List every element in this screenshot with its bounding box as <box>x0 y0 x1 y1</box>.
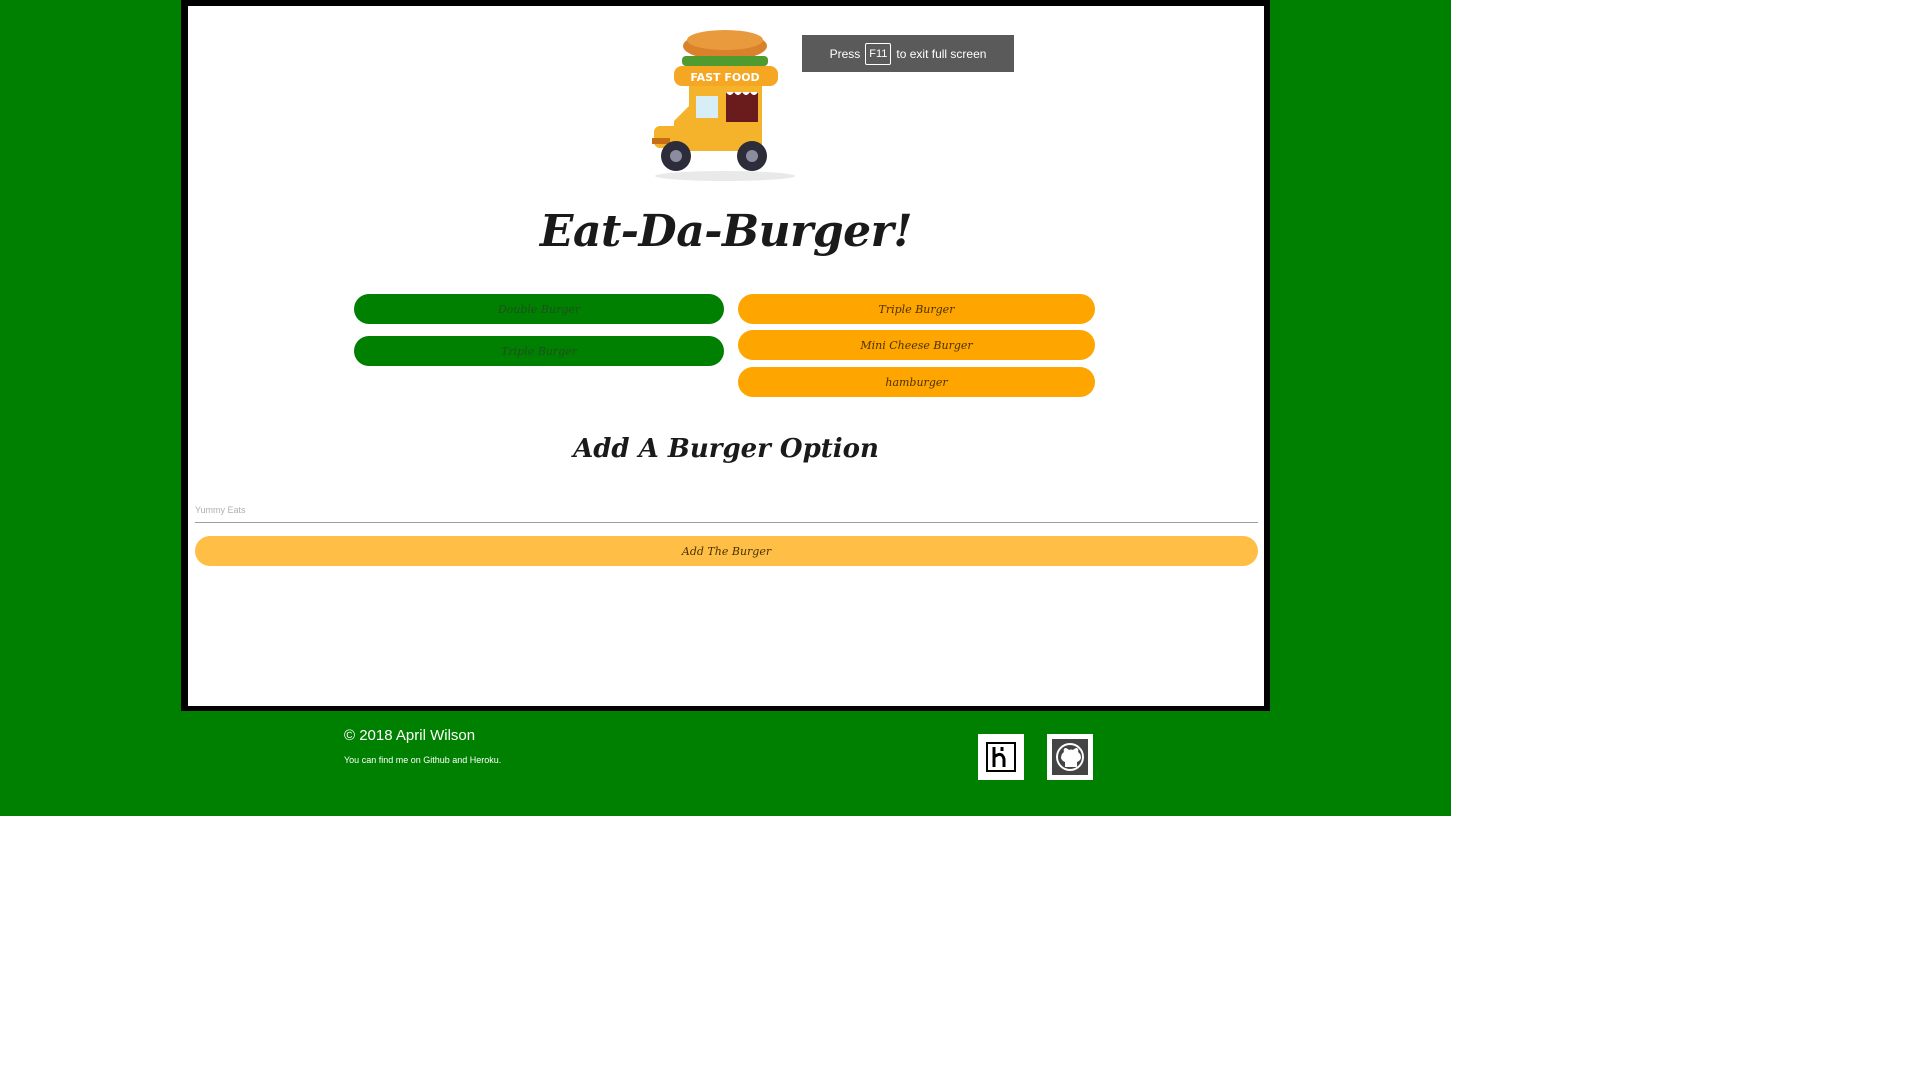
main-panel-border: FAST FOOD Press F11 to exit full screen … <box>181 0 1270 711</box>
page-title: Eat-Da-Burger! <box>539 206 913 257</box>
fullscreen-press-label: Press <box>829 46 861 61</box>
github-link[interactable] <box>1047 734 1093 780</box>
devour-it-button[interactable]: Mini Cheese Burger <box>738 330 1095 360</box>
devour-it-button[interactable]: Triple Burger <box>738 294 1095 324</box>
fullscreen-notice: Press F11 to exit full screen <box>802 35 1014 72</box>
heroku-icon <box>986 742 1016 772</box>
fullscreen-key-label: F11 <box>865 42 892 65</box>
devour-it-button[interactable]: hamburger <box>738 367 1095 397</box>
add-burger-button[interactable]: Add The Burger <box>195 536 1258 566</box>
heroku-link[interactable] <box>978 734 1024 780</box>
github-icon <box>1052 739 1088 775</box>
fullscreen-suffix-label: to exit full screen <box>896 46 987 61</box>
main-panel: FAST FOOD Press F11 to exit full screen … <box>188 6 1264 706</box>
food-truck-logo: FAST FOOD <box>652 30 795 181</box>
devoured-burger-button[interactable]: Double Burger <box>354 294 724 324</box>
add-burger-heading: Add A Burger Option <box>573 434 879 464</box>
svg-text:FAST FOOD: FAST FOOD <box>690 71 759 84</box>
burger-name-input[interactable] <box>195 498 1258 523</box>
footer-copyright: © 2018 April Wilson <box>344 727 476 744</box>
devoured-burger-button[interactable]: Triple Burger <box>354 336 724 366</box>
footer-note: You can find me on Github and Heroku. <box>344 755 502 765</box>
